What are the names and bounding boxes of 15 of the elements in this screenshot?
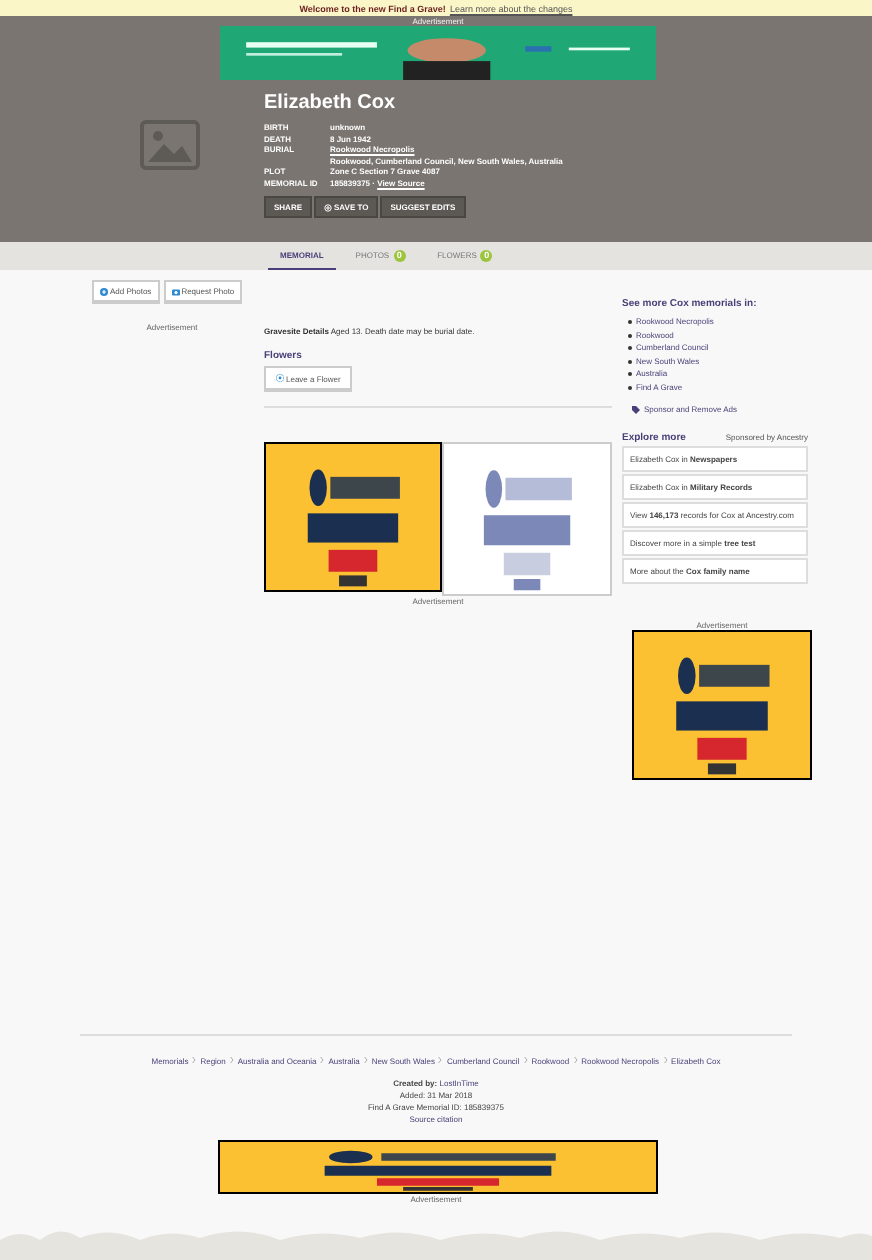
breadcrumb-separator-icon: [229, 1056, 234, 1066]
breadcrumb-separator-icon: [438, 1056, 443, 1066]
breadcrumb-separator-icon: [320, 1056, 325, 1066]
plus-icon: [100, 287, 108, 295]
breadcrumb-separator-icon: [523, 1056, 528, 1066]
flower-icon: [276, 374, 284, 382]
breadcrumb-separator-icon: [192, 1056, 197, 1066]
breadcrumb-separator-icon: [363, 1056, 368, 1066]
memorial-name: Elizabeth Cox: [264, 92, 398, 116]
breadcrumb-separator-icon: [663, 1056, 668, 1066]
photo-placeholder-icon: [140, 120, 200, 170]
camera-icon: [171, 287, 180, 295]
tag-icon: [632, 405, 640, 413]
breadcrumb-separator-icon: [573, 1056, 578, 1066]
plus-icon: [324, 203, 333, 211]
